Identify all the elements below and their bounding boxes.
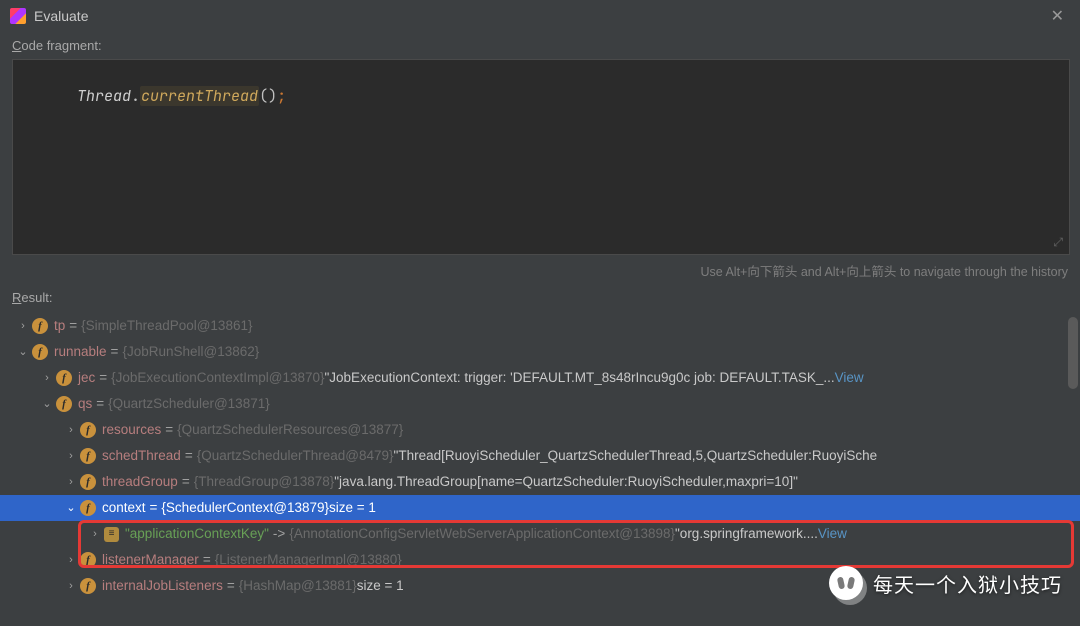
object-ref: {SimpleThreadPool@13861} bbox=[81, 319, 252, 333]
var-name: runnable bbox=[54, 345, 107, 359]
app-icon bbox=[10, 8, 26, 24]
var-name: jec bbox=[78, 371, 95, 385]
object-ref: {QuartzScheduler@13871} bbox=[108, 397, 270, 411]
tree-row-listenerManager[interactable]: ›f listenerManager = {ListenerManagerImpl… bbox=[0, 547, 1080, 573]
field-icon: f bbox=[80, 578, 96, 594]
size-label: size = 1 bbox=[357, 579, 404, 593]
view-link[interactable]: View bbox=[835, 371, 864, 385]
equals: = bbox=[146, 501, 162, 515]
object-ref: {ListenerManagerImpl@13880} bbox=[215, 553, 402, 567]
scrollbar-thumb[interactable] bbox=[1068, 317, 1078, 389]
map-arrow: -> bbox=[269, 527, 289, 541]
tree-row-internalJobListeners[interactable]: ›f internalJobListeners = {HashMap@13881}… bbox=[0, 573, 1080, 599]
chevron-down-icon[interactable]: ⌄ bbox=[38, 399, 56, 410]
tree-row-qs[interactable]: ⌄fqs = {QuartzScheduler@13871} bbox=[0, 391, 1080, 417]
field-icon: f bbox=[56, 370, 72, 386]
object-ref: {AnnotationConfigServletWebServerApplica… bbox=[289, 527, 675, 541]
var-name: context bbox=[102, 501, 146, 515]
close-icon[interactable]: ✕ bbox=[1045, 6, 1070, 26]
tree-row-runnable[interactable]: ⌄f runnable = {JobRunShell@13862} bbox=[0, 339, 1080, 365]
code-token-dot: . bbox=[131, 86, 140, 106]
equals: = bbox=[95, 371, 111, 385]
equals: = bbox=[199, 553, 215, 567]
equals: = bbox=[178, 475, 194, 489]
titlebar: Evaluate ✕ bbox=[0, 0, 1080, 32]
field-icon: f bbox=[32, 344, 48, 360]
value-string: "org.springframework.... bbox=[675, 527, 818, 541]
expand-icon[interactable]: ⤢ bbox=[1053, 234, 1063, 250]
size-label: size = 1 bbox=[329, 501, 376, 515]
equals: = bbox=[92, 397, 108, 411]
field-icon: f bbox=[80, 474, 96, 490]
object-ref: {HashMap@13881} bbox=[239, 579, 357, 593]
equals: = bbox=[65, 319, 81, 333]
field-icon: f bbox=[80, 552, 96, 568]
tree-row-tp[interactable]: ›ftp = {SimpleThreadPool@13861} bbox=[0, 313, 1080, 339]
equals: = bbox=[107, 345, 123, 359]
tree-row-jec[interactable]: ›fjec = {JobExecutionContextImpl@13870} … bbox=[0, 365, 1080, 391]
code-token-semicolon: ; bbox=[277, 86, 286, 106]
tree-map-entry[interactable]: ›≡ "applicationContextKey" -> {Annotation… bbox=[0, 521, 1080, 547]
code-line: Thread.currentThread(); bbox=[23, 66, 1059, 126]
var-name: tp bbox=[54, 319, 65, 333]
chevron-right-icon[interactable]: › bbox=[38, 373, 56, 384]
result-tree[interactable]: ›ftp = {SimpleThreadPool@13861}⌄frunnabl… bbox=[0, 313, 1080, 605]
value-string: "Thread[RuoyiScheduler_QuartzSchedulerTh… bbox=[394, 449, 878, 463]
object-ref: {QuartzSchedulerThread@8479} bbox=[197, 449, 394, 463]
code-token-method: currentThread bbox=[140, 86, 259, 106]
object-ref: {ThreadGroup@13878} bbox=[194, 475, 335, 489]
chevron-right-icon[interactable]: › bbox=[62, 451, 80, 462]
history-hint: Use Alt+向下箭头 and Alt+向上箭头 to navigate th… bbox=[0, 255, 1080, 284]
code-token-parens: () bbox=[259, 86, 277, 106]
tree-scrollbar[interactable] bbox=[1068, 313, 1078, 605]
var-name: schedThread bbox=[102, 449, 181, 463]
object-ref: {JobRunShell@13862} bbox=[122, 345, 259, 359]
map-key: "applicationContextKey" bbox=[125, 527, 269, 541]
equals: = bbox=[181, 449, 197, 463]
var-name: internalJobListeners bbox=[102, 579, 223, 593]
field-icon: f bbox=[80, 448, 96, 464]
var-name: threadGroup bbox=[102, 475, 178, 489]
value-string: "JobExecutionContext: trigger: 'DEFAULT.… bbox=[325, 371, 835, 385]
code-fragment-input[interactable]: Thread.currentThread(); ⤢ bbox=[12, 59, 1070, 255]
tree-row-schedThread[interactable]: ›f schedThread = {QuartzSchedulerThread@8… bbox=[0, 443, 1080, 469]
object-ref: {JobExecutionContextImpl@13870} bbox=[111, 371, 324, 385]
chevron-right-icon[interactable]: › bbox=[62, 477, 80, 488]
field-icon: f bbox=[80, 500, 96, 516]
value-string: "java.lang.ThreadGroup[name=QuartzSchedu… bbox=[334, 475, 798, 489]
chevron-right-icon[interactable]: › bbox=[62, 555, 80, 566]
var-name: qs bbox=[78, 397, 92, 411]
chevron-right-icon[interactable]: › bbox=[62, 581, 80, 592]
object-ref: {QuartzSchedulerResources@13877} bbox=[177, 423, 403, 437]
chevron-down-icon[interactable]: ⌄ bbox=[14, 347, 32, 358]
chevron-right-icon[interactable]: › bbox=[86, 529, 104, 540]
code-token-type: Thread bbox=[77, 86, 131, 106]
evaluate-window: Evaluate ✕ Code fragment: Thread.current… bbox=[0, 0, 1080, 626]
tree-row-context[interactable]: ⌄f context = {SchedulerContext@13879} siz… bbox=[0, 495, 1080, 521]
code-fragment-label: Code fragment: bbox=[0, 32, 1080, 59]
chevron-down-icon[interactable]: ⌄ bbox=[62, 503, 80, 514]
view-link[interactable]: View bbox=[818, 527, 847, 541]
tree-row-resources[interactable]: ›f resources = {QuartzSchedulerResources@… bbox=[0, 417, 1080, 443]
tree-row-threadGroup[interactable]: ›f threadGroup = {ThreadGroup@13878} "jav… bbox=[0, 469, 1080, 495]
result-label: Result: bbox=[0, 284, 1080, 311]
equals: = bbox=[161, 423, 177, 437]
field-icon: f bbox=[32, 318, 48, 334]
chevron-right-icon[interactable]: › bbox=[62, 425, 80, 436]
field-icon: f bbox=[80, 422, 96, 438]
var-name: resources bbox=[102, 423, 161, 437]
equals: = bbox=[223, 579, 239, 593]
map-entry-icon: ≡ bbox=[104, 527, 119, 542]
object-ref: {SchedulerContext@13879} bbox=[161, 501, 329, 515]
chevron-right-icon[interactable]: › bbox=[14, 321, 32, 332]
field-icon: f bbox=[56, 396, 72, 412]
window-title: Evaluate bbox=[34, 8, 1045, 24]
var-name: listenerManager bbox=[102, 553, 199, 567]
